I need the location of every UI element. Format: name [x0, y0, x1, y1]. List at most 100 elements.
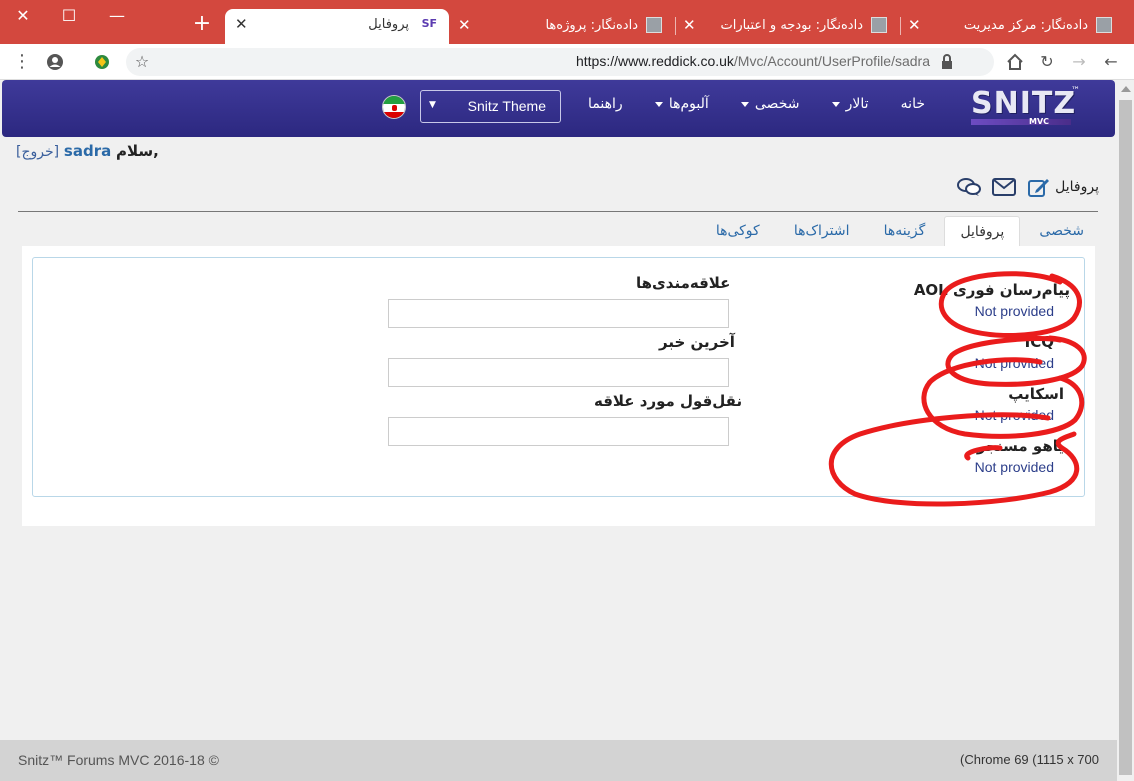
- latest-news-field[interactable]: [388, 358, 729, 387]
- nav-item-label: راهنما: [588, 96, 623, 112]
- url-host: https://www.reddick.co.uk: [575, 53, 734, 69]
- tab-title: داده‌نگار: پروژه‌ها: [545, 18, 638, 33]
- site-favicon-icon: [646, 17, 662, 33]
- snitz-favicon-icon: SF: [421, 17, 437, 30]
- caret-down-icon: [654, 101, 663, 107]
- new-tab-button[interactable]: +: [190, 12, 214, 36]
- profile-tabs: شخصی پروفایل گزینه‌ها اشتراک‌ها کوکی‌ها: [701, 216, 1099, 247]
- nav-item-personal[interactable]: شخصی: [740, 96, 800, 112]
- interests-field[interactable]: [388, 299, 729, 328]
- close-tab-icon[interactable]: ✕: [458, 16, 471, 34]
- tab-subscriptions[interactable]: اشتراک‌ها: [779, 216, 865, 247]
- icq-label: ICQ: [1024, 333, 1054, 351]
- tab-cookies[interactable]: کوکی‌ها: [701, 216, 775, 247]
- mail-icon[interactable]: [992, 177, 1017, 197]
- caret-down-icon: [831, 101, 840, 107]
- footer-screen-info: (Chrome 69 (1115 x 700: [960, 752, 1099, 767]
- skype-label: اسکایپ: [1008, 385, 1064, 403]
- caret-down-icon: [740, 101, 749, 107]
- scroll-thumb[interactable]: [1119, 100, 1132, 775]
- theme-select[interactable]: Snitz Theme ▼: [420, 90, 561, 123]
- aol-label: پیام‌رسان فوری AOL: [913, 281, 1070, 299]
- url-path: /Mvc/Account/UserProfile/sadra: [733, 53, 930, 69]
- reload-icon[interactable]: ↻: [1035, 50, 1059, 74]
- iran-flag-icon[interactable]: [382, 95, 406, 119]
- favorite-quote-field[interactable]: [388, 417, 729, 446]
- nav-item-label: شخصی: [754, 96, 800, 112]
- tab-personal[interactable]: شخصی: [1024, 216, 1099, 247]
- nav-item-help[interactable]: راهنما: [588, 96, 623, 112]
- site-footer: Snitz™ Forums MVC 2016-18 © (Chrome 69 (…: [0, 740, 1117, 781]
- bookmark-star-icon[interactable]: ☆: [130, 50, 154, 74]
- favorite-quote-label: نقل‌قول مورد علاقه: [594, 392, 743, 410]
- close-window-icon[interactable]: ✕: [8, 6, 38, 26]
- browser-tab-projects[interactable]: ✕ داده‌نگار: پروژه‌ها: [452, 10, 674, 44]
- username-link[interactable]: sadra: [64, 142, 111, 160]
- close-tab-icon[interactable]: ✕: [235, 15, 248, 33]
- browser-tab-budget[interactable]: ✕ داده‌نگار: بودجه و اعتبارات: [677, 10, 899, 44]
- profile-title: پروفایل: [1055, 179, 1099, 195]
- site-favicon-icon: [871, 17, 887, 33]
- latest-news-label: آخرین خبر: [659, 333, 735, 351]
- tab-separator: [900, 17, 901, 35]
- tab-title: داده‌نگار: مرکز مدیریت: [963, 18, 1088, 33]
- minimize-window-icon[interactable]: —: [102, 6, 132, 26]
- browser-tab-profile[interactable]: ✕ پروفایل SF: [225, 9, 449, 44]
- close-tab-icon[interactable]: ✕: [683, 16, 696, 34]
- yahoo-value: Not provided: [974, 459, 1054, 475]
- lock-icon: [942, 54, 952, 69]
- page-scrollbar[interactable]: [1117, 80, 1134, 781]
- aol-value: Not provided: [974, 303, 1054, 319]
- nav-item-label: آلبوم‌ها: [668, 96, 709, 112]
- tab-profile[interactable]: پروفایل: [944, 216, 1021, 247]
- profile-panel: پیام‌رسان فوری AOL Not provided ICQ Not …: [32, 257, 1085, 497]
- header-divider: [18, 211, 1098, 212]
- icq-value: Not provided: [974, 355, 1054, 371]
- address-bar[interactable]: ☆ https://www.reddick.co.uk/Mvc/Account/…: [126, 48, 994, 76]
- maximize-window-icon[interactable]: ☐: [54, 6, 84, 26]
- theme-select-value: Snitz Theme: [467, 98, 546, 114]
- menu-kebab-icon[interactable]: ⋮: [10, 50, 34, 74]
- browser-toolbar: ⋮ ☆ https://www.reddick.co.uk/Mvc/Accoun…: [0, 44, 1134, 80]
- nav-item-label: خانه: [900, 96, 925, 112]
- browser-tab-strip: ✕ ☐ — + ✕ پروفایل SF ✕ داده‌نگار: پروژه‌…: [0, 0, 1134, 44]
- nav-item-forum[interactable]: تالار: [831, 96, 869, 112]
- interests-label: علاقه‌مندی‌ها: [636, 274, 731, 292]
- logo-bar: [971, 119, 1071, 125]
- logout-link[interactable]: [خروج]: [16, 144, 59, 160]
- extension-icon[interactable]: [90, 50, 114, 74]
- yahoo-label: یاهو مسنجر: [976, 437, 1064, 455]
- url-text: https://www.reddick.co.uk/Mvc/Account/Us…: [576, 53, 930, 69]
- profile-header: پروفایل: [950, 176, 1099, 198]
- logo-text: SNITZ: [971, 86, 1077, 121]
- dropdown-arrow-icon: ▼: [429, 100, 436, 110]
- account-icon[interactable]: [43, 50, 67, 74]
- tab-title: داده‌نگار: بودجه و اعتبارات: [720, 18, 863, 33]
- tab-options[interactable]: گزینه‌ها: [869, 216, 941, 247]
- nav-item-albums[interactable]: آلبوم‌ها: [654, 96, 709, 112]
- skype-value: Not provided: [974, 407, 1054, 423]
- page-viewport: SNITZ ™ MVC خانه تالار شخصی آلبوم‌ها راه…: [0, 80, 1117, 740]
- browser-tab-admin[interactable]: ✕ داده‌نگار: مرکز مدیریت: [902, 10, 1124, 44]
- snitz-logo[interactable]: SNITZ ™ MVC: [971, 86, 1080, 126]
- back-icon[interactable]: ←: [1099, 50, 1123, 74]
- tab-title: پروفایل: [368, 17, 409, 32]
- footer-copyright: Snitz™ Forums MVC 2016-18 ©: [18, 752, 219, 768]
- forward-icon[interactable]: →: [1067, 50, 1091, 74]
- user-greeting: [خروج] sadra سلام,: [16, 142, 159, 160]
- home-icon[interactable]: [1003, 50, 1027, 74]
- site-navbar: SNITZ ™ MVC خانه تالار شخصی آلبوم‌ها راه…: [2, 80, 1115, 137]
- edit-icon[interactable]: [1027, 176, 1051, 198]
- chat-icon[interactable]: [956, 177, 982, 197]
- tab-separator: [675, 17, 676, 35]
- nav-item-label: تالار: [845, 96, 869, 112]
- scroll-up-icon[interactable]: [1121, 86, 1131, 92]
- logo-subtitle: MVC: [1029, 117, 1050, 126]
- main-nav: خانه تالار شخصی آلبوم‌ها راهنما: [560, 96, 925, 112]
- close-tab-icon[interactable]: ✕: [908, 16, 921, 34]
- greeting-text: سلام,: [116, 142, 159, 160]
- logo-trademark: ™: [1071, 86, 1080, 96]
- tab-content: پیام‌رسان فوری AOL Not provided ICQ Not …: [22, 246, 1095, 526]
- nav-item-home[interactable]: خانه: [901, 96, 925, 112]
- site-favicon-icon: [1096, 17, 1112, 33]
